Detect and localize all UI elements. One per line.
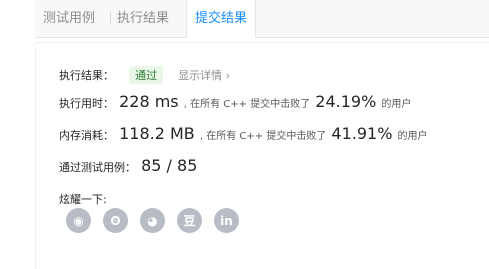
weibo-icon[interactable]: ʘ xyxy=(103,208,128,233)
tab-divider xyxy=(110,12,111,25)
result-label: 执行结果： xyxy=(59,69,114,82)
runtime-label: 执行用时： xyxy=(59,97,114,110)
runtime-row: 执行用时： 228 ms , 在所有 C++ 提交中击败了 24.19% 的用户 xyxy=(59,92,411,111)
qq-icon[interactable]: ◕ xyxy=(140,208,165,233)
wechat-icon[interactable]: ◉ xyxy=(66,208,91,233)
memory-value: 118.2 MB xyxy=(119,124,195,143)
memory-beat-text: , 在所有 C++ 提交中击败了 xyxy=(199,131,327,142)
share-icons: ◉ ʘ ◕ 豆 in xyxy=(66,208,239,233)
show-details-link[interactable]: 显示详情 › xyxy=(178,69,230,82)
douban-icon[interactable]: 豆 xyxy=(177,208,202,233)
memory-users-text: 的用户 xyxy=(397,131,428,142)
share-row: 炫耀一下: xyxy=(59,188,107,207)
status-badge: 通过 xyxy=(129,66,164,84)
result-row: 执行结果： 通过 显示详情 › xyxy=(59,64,230,84)
tab-submit-result[interactable]: 提交结果 xyxy=(186,0,257,38)
runtime-percent: 24.19% xyxy=(315,92,377,111)
tab-run-result[interactable]: 执行结果 xyxy=(117,0,169,37)
runtime-beat-text: , 在所有 C++ 提交中击败了 xyxy=(183,99,311,110)
memory-label: 内存消耗： xyxy=(59,129,114,142)
testcase-row: 通过测试用例： 85 / 85 xyxy=(59,156,197,175)
runtime-value: 228 ms xyxy=(119,92,179,111)
memory-row: 内存消耗： 118.2 MB , 在所有 C++ 提交中击败了 41.91% 的… xyxy=(59,124,428,143)
linkedin-icon[interactable]: in xyxy=(214,208,239,233)
share-label: 炫耀一下: xyxy=(59,193,107,206)
memory-percent: 41.91% xyxy=(331,124,393,143)
runtime-users-text: 的用户 xyxy=(381,99,412,110)
testcase-value: 85 / 85 xyxy=(141,156,198,175)
result-tabs: 测试用例 执行结果 提交结果 xyxy=(35,0,489,38)
tab-testcase[interactable]: 测试用例 xyxy=(43,0,95,37)
testcase-label: 通过测试用例： xyxy=(59,161,136,174)
